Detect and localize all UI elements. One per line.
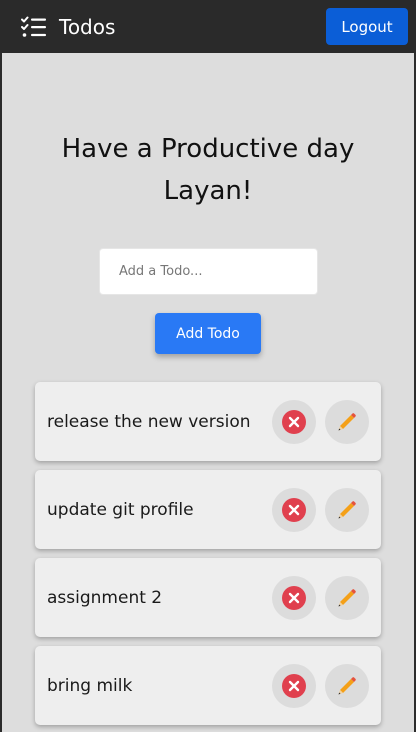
delete-x-icon <box>282 673 306 698</box>
delete-button[interactable] <box>272 487 316 532</box>
navbar: Todos Logout <box>0 0 416 53</box>
checklist-icon <box>21 16 46 37</box>
todo-item: update git profile <box>35 470 381 549</box>
todo-item: bring milk <box>35 646 381 725</box>
main-content: Have a Productive day Layan! Add Todo re… <box>2 53 414 732</box>
todo-actions <box>263 487 369 532</box>
add-todo-button[interactable]: Add Todo <box>155 313 261 354</box>
pencil-icon <box>338 500 356 518</box>
app-title: Todos <box>59 14 116 39</box>
todo-list: release the new version update git profi… <box>35 382 381 732</box>
todo-text: update git profile <box>47 499 194 520</box>
pencil-icon <box>338 588 356 606</box>
pencil-icon <box>338 676 356 694</box>
todo-actions <box>263 399 369 444</box>
todo-input[interactable] <box>99 248 318 295</box>
greeting-line-2: Layan! <box>163 176 253 206</box>
greeting-line-1: Have a Productive day <box>61 134 355 164</box>
todo-text: release the new version <box>47 411 251 432</box>
todo-actions <box>263 575 369 620</box>
edit-button[interactable] <box>325 663 369 708</box>
todo-text: bring milk <box>47 675 133 696</box>
delete-x-icon <box>282 585 306 610</box>
greeting-heading: Have a Productive day Layan! <box>2 128 414 212</box>
edit-button[interactable] <box>325 487 369 532</box>
delete-button[interactable] <box>272 663 316 708</box>
logout-button[interactable]: Logout <box>326 8 408 45</box>
delete-x-icon <box>282 497 306 522</box>
edit-button[interactable] <box>325 575 369 620</box>
todo-actions <box>263 663 369 708</box>
brand[interactable]: Todos <box>21 15 115 39</box>
delete-button[interactable] <box>272 399 316 444</box>
todo-item: assignment 2 <box>35 558 381 637</box>
pencil-icon <box>338 412 356 430</box>
todo-text: assignment 2 <box>47 587 163 608</box>
delete-button[interactable] <box>272 575 316 620</box>
todo-item: release the new version <box>35 382 381 461</box>
edit-button[interactable] <box>325 399 369 444</box>
delete-x-icon <box>282 409 306 434</box>
